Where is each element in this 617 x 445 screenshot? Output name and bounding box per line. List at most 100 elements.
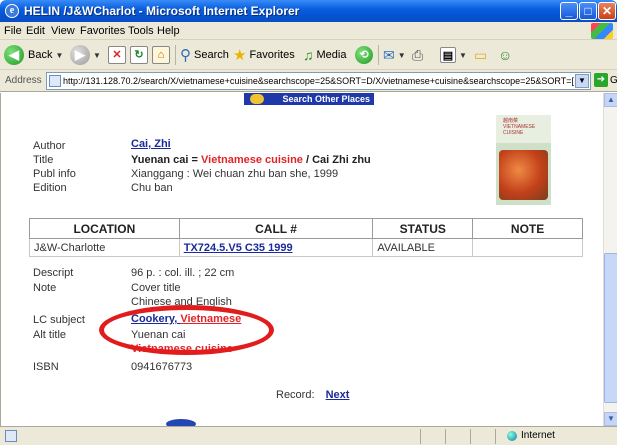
lc-subject-label: LC subject xyxy=(33,314,85,326)
vertical-scrollbar[interactable]: ▲ ▼ xyxy=(603,93,617,426)
address-label: Address xyxy=(5,75,42,86)
search-other-places-button[interactable]: Search Other Places xyxy=(244,93,374,105)
menu-view[interactable]: View xyxy=(51,25,75,37)
menu-tools[interactable]: Tools xyxy=(128,25,154,37)
favorites-button[interactable]: ★ Favorites xyxy=(233,45,295,65)
col-note: NOTE xyxy=(472,218,583,239)
chevron-down-icon: ▼ xyxy=(93,50,101,60)
scroll-down-icon[interactable]: ▼ xyxy=(604,412,617,426)
forward-arrow-icon: ▶ xyxy=(70,45,90,65)
chevron-down-icon: ▼ xyxy=(397,50,406,60)
menu-edit[interactable]: Edit xyxy=(26,25,45,37)
search-other-icon xyxy=(250,94,264,104)
back-arrow-icon: ◀ xyxy=(4,45,24,65)
cell-call-number: TX724.5.V5 C35 1999 xyxy=(178,238,374,257)
edition-label: Edition xyxy=(33,182,67,194)
title-part-3: / Cai Zhi zhu xyxy=(302,154,371,166)
descript-value: 96 p. : col. ill. ; 22 cm xyxy=(131,267,235,279)
cell-location: J&W-Charlotte xyxy=(29,238,180,257)
home-icon: ⌂ xyxy=(152,46,170,64)
windows-flag-icon xyxy=(591,23,613,39)
edit-icon: ▤ xyxy=(440,47,456,63)
address-url: http://131.128.70.2/search/X/vietnamese+… xyxy=(63,76,574,86)
cell-status: AVAILABLE xyxy=(372,238,474,257)
call-number-link[interactable]: TX724.5.V5 C35 1999 xyxy=(184,242,293,254)
status-bar: Internet xyxy=(0,426,617,445)
home-button[interactable]: ⌂ xyxy=(152,45,170,65)
messenger-icon: ☺ xyxy=(498,47,513,63)
address-dropdown-icon[interactable]: ▼ xyxy=(575,74,589,88)
chevron-down-icon: ▼ xyxy=(55,50,64,60)
go-label: Go xyxy=(610,74,617,86)
go-arrow-icon: ➜ xyxy=(594,73,608,87)
scroll-up-icon[interactable]: ▲ xyxy=(604,93,617,107)
note-value-1: Cover title xyxy=(131,282,181,294)
isbn-label: ISBN xyxy=(33,361,59,373)
star-icon: ★ xyxy=(233,47,247,64)
history-button[interactable]: ⟲ xyxy=(355,45,373,65)
menu-favorites[interactable]: Favorites xyxy=(80,25,125,37)
forward-button[interactable]: ▶ ▼ xyxy=(70,45,101,65)
media-button[interactable]: ♫ Media xyxy=(303,45,346,65)
author-value: Cai, Zhi xyxy=(131,138,171,150)
scroll-thumb[interactable] xyxy=(604,253,617,403)
toolbar: ◀ Back ▼ ▶ ▼ ✕ ↻ ⌂ ⚲ Search ★ Favorites … xyxy=(0,40,617,70)
cover-food-photo xyxy=(499,150,548,200)
print-button[interactable]: ⎙ xyxy=(412,45,423,65)
minimize-button[interactable]: _ xyxy=(560,2,578,20)
partial-button-graphic xyxy=(166,419,196,426)
book-cover-image: 越南菜 VIETNAMESE CUISINE xyxy=(496,115,551,205)
search-label: Search xyxy=(194,49,229,61)
print-icon: ⎙ xyxy=(412,46,424,63)
go-button[interactable]: ➜ Go xyxy=(594,73,617,87)
highlight-circle-annotation xyxy=(99,305,274,355)
folder-button[interactable]: ▭ xyxy=(474,45,487,65)
alt-title-label: Alt title xyxy=(33,329,67,341)
address-input[interactable]: http://131.128.70.2/search/X/vietnamese+… xyxy=(46,72,591,90)
next-record-link[interactable]: Next xyxy=(326,389,350,401)
page-content: Search Other Places Author Cai, Zhi Titl… xyxy=(0,93,603,426)
refresh-button[interactable]: ↻ xyxy=(130,45,148,65)
note-label: Note xyxy=(33,282,57,294)
security-zone: Internet xyxy=(507,430,555,441)
favorites-label: Favorites xyxy=(249,49,295,61)
search-icon: ⚲ xyxy=(180,47,191,64)
menu-bar: File Edit View Favorites Tools Help xyxy=(0,22,617,40)
search-button[interactable]: ⚲ Search xyxy=(180,45,229,65)
publ-info-value: Xianggang : Wei chuan zhu ban she, 1999 xyxy=(131,168,339,180)
title-bar: e HELIN /J&WCharlot - Microsoft Internet… xyxy=(0,0,617,22)
media-icon: ♫ xyxy=(303,47,314,63)
messenger-button[interactable]: ☺ xyxy=(498,45,512,65)
cover-title: 越南菜 VIETNAMESE CUISINE xyxy=(496,115,551,143)
history-icon: ⟲ xyxy=(355,46,373,64)
title-part-1: Yuenan cai = xyxy=(131,154,202,166)
maximize-button[interactable]: □ xyxy=(579,2,597,20)
publ-info-label: Publ info xyxy=(33,168,76,180)
mail-button[interactable]: ✉ ▼ xyxy=(383,45,406,65)
col-call-number: CALL # xyxy=(178,218,374,239)
address-bar: Address http://131.128.70.2/search/X/vie… xyxy=(0,70,617,92)
back-label: Back xyxy=(28,49,53,61)
edition-value: Chu ban xyxy=(131,182,173,194)
page-status-icon xyxy=(5,430,17,442)
menu-help[interactable]: Help xyxy=(157,25,180,37)
back-button[interactable]: ◀ Back ▼ xyxy=(4,45,63,65)
isbn-value: 0941676773 xyxy=(131,361,193,373)
table-header-row: LOCATION CALL # STATUS NOTE xyxy=(29,218,583,239)
descript-label: Descript xyxy=(33,267,74,279)
close-button[interactable]: ✕ xyxy=(598,2,616,20)
record-label: Record: xyxy=(276,389,315,401)
ie-logo-icon: e xyxy=(5,4,19,18)
globe-icon xyxy=(507,430,517,441)
holdings-table: LOCATION CALL # STATUS NOTE J&W-Charlott… xyxy=(29,218,583,257)
record-navigation: Record: Next xyxy=(276,389,349,401)
folder-icon: ▭ xyxy=(474,46,488,63)
edit-button[interactable]: ▤ ▼ xyxy=(440,45,467,65)
menu-file[interactable]: File xyxy=(4,25,22,37)
chevron-down-icon: ▼ xyxy=(459,50,467,60)
author-link[interactable]: Cai, Zhi xyxy=(131,138,171,150)
col-location: LOCATION xyxy=(29,218,180,239)
search-other-label: Search Other Places xyxy=(282,94,370,104)
zone-label: Internet xyxy=(521,430,555,441)
stop-button[interactable]: ✕ xyxy=(108,45,126,65)
